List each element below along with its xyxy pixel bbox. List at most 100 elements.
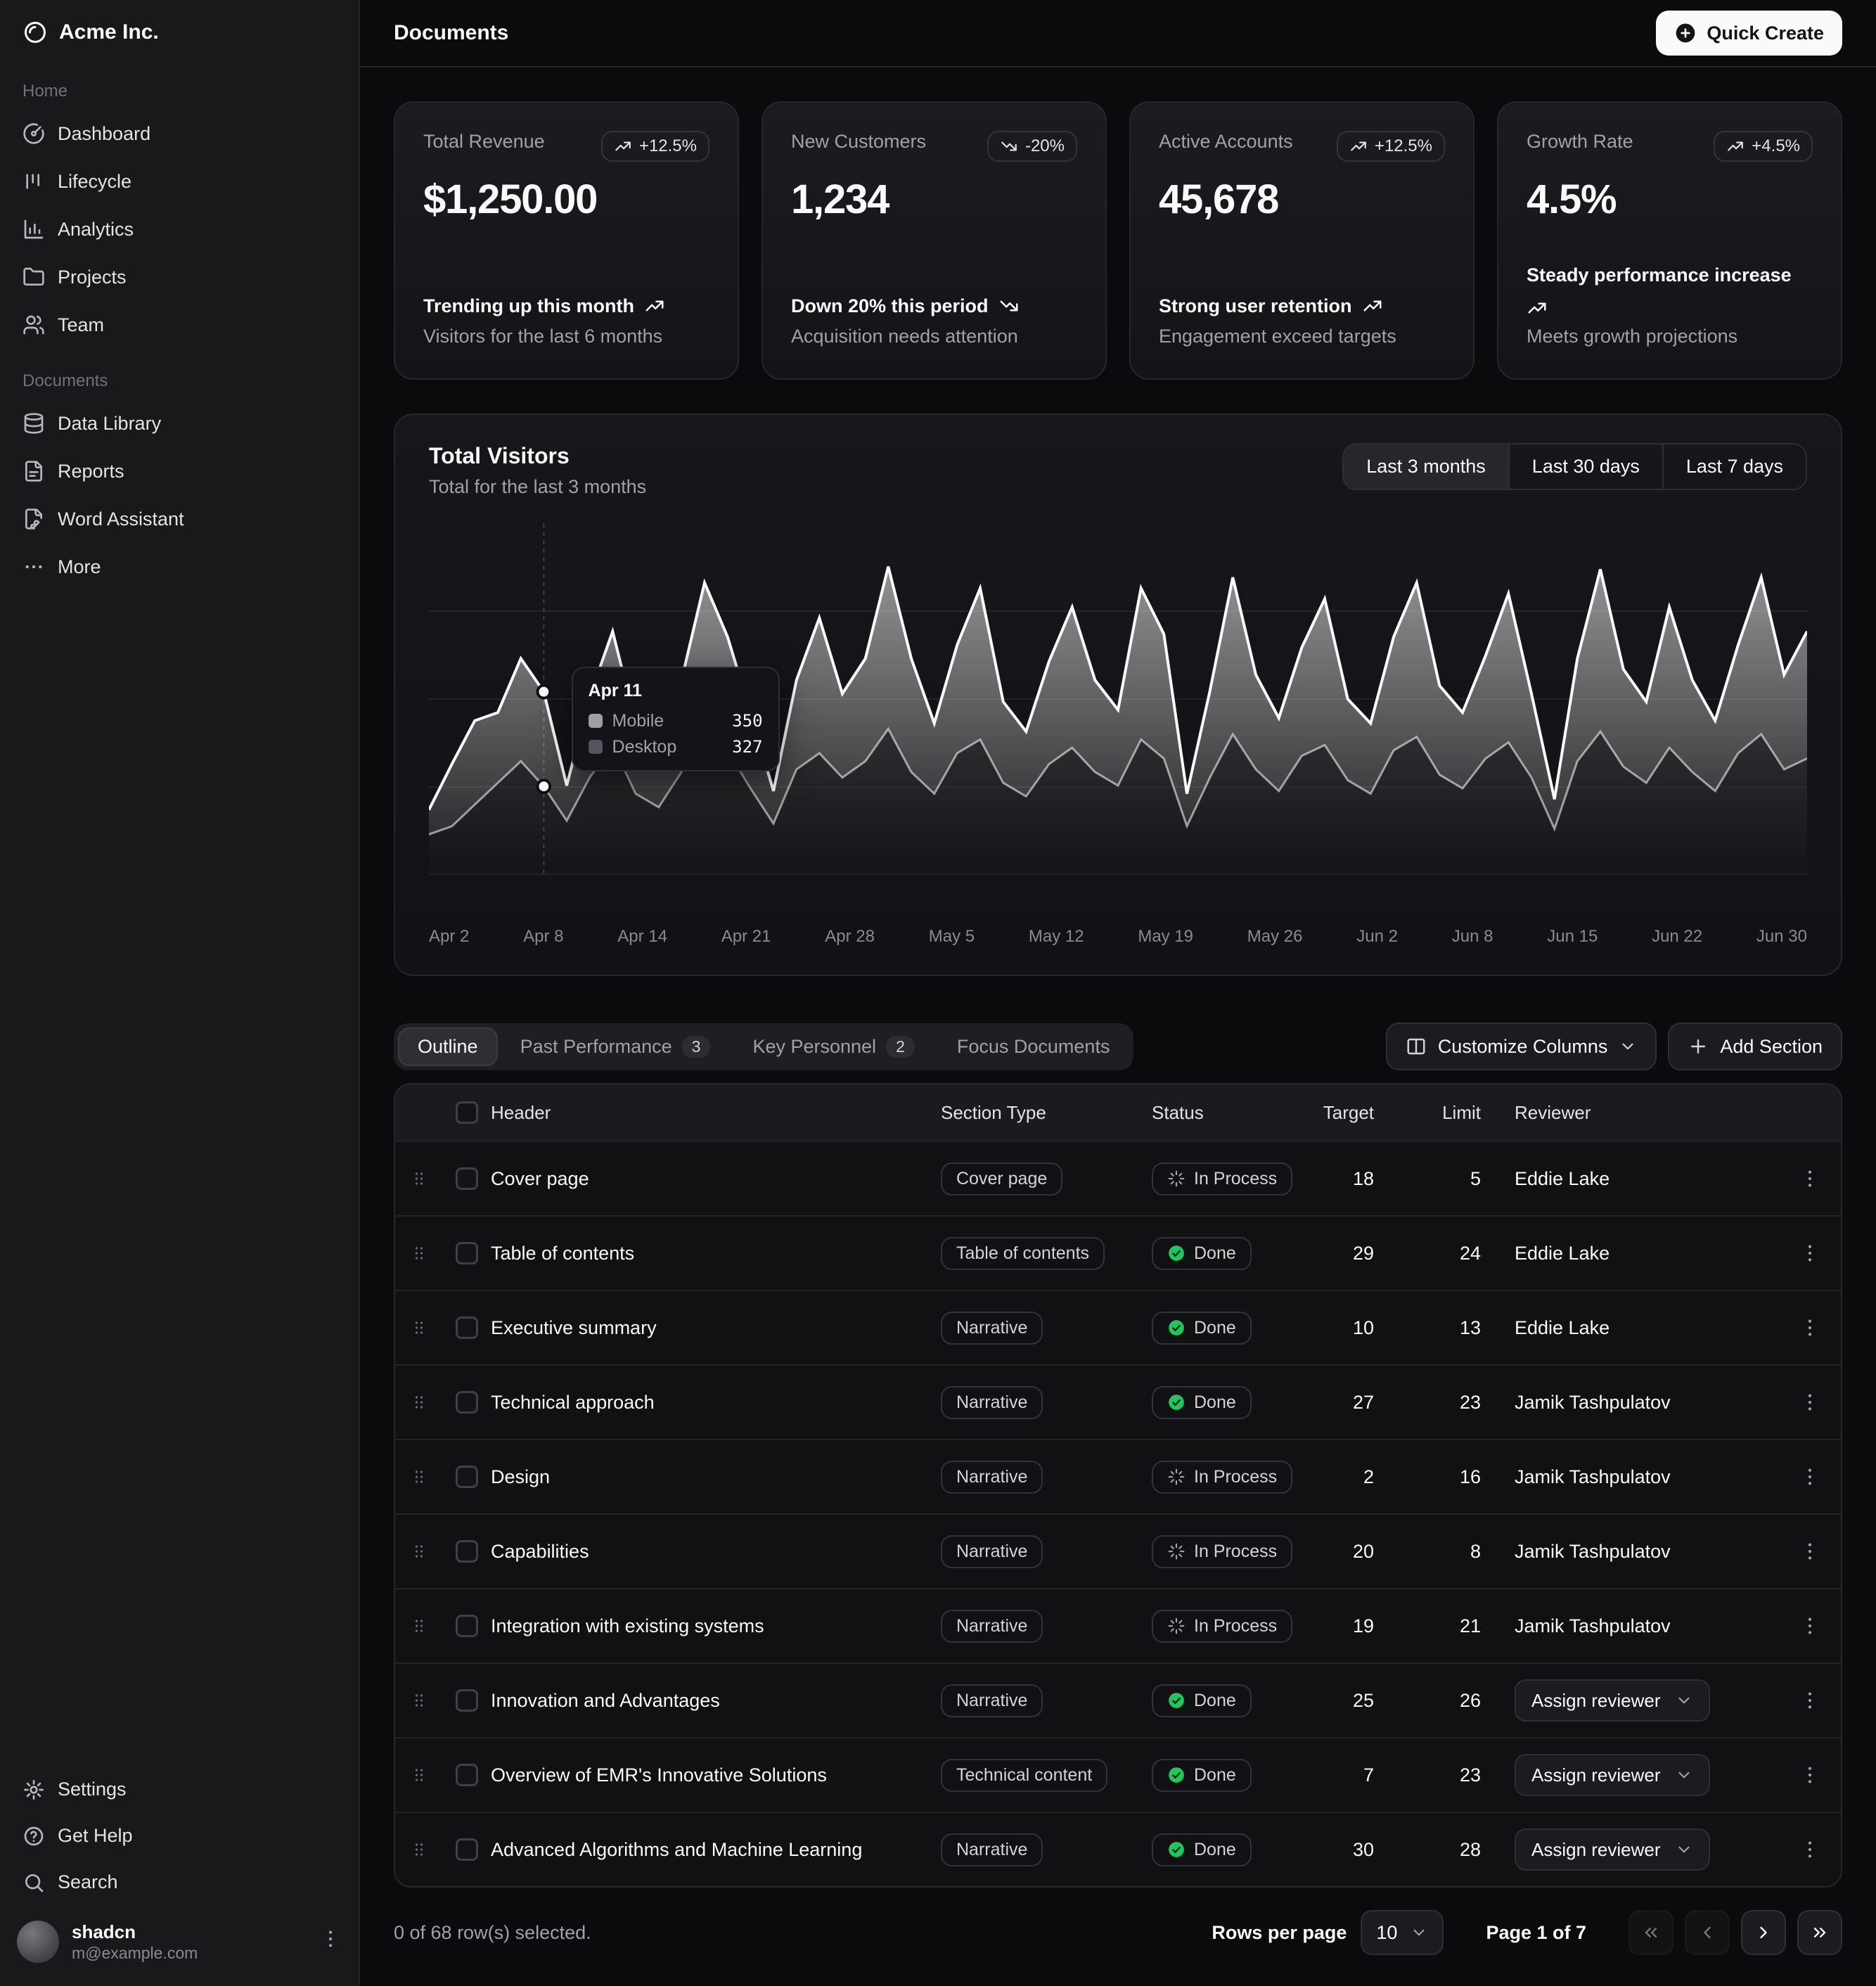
user-menu[interactable]: shadcn m@example.com <box>0 1907 359 1980</box>
target-cell[interactable]: 30 <box>1309 1839 1408 1861</box>
rows-per-page-select[interactable]: 10 <box>1361 1910 1444 1955</box>
row-actions-button[interactable] <box>1793 1311 1827 1345</box>
drag-handle-icon[interactable] <box>409 1765 429 1785</box>
add-section-button[interactable]: Add Section <box>1668 1023 1842 1070</box>
select-all-checkbox[interactable] <box>456 1101 478 1124</box>
target-cell[interactable]: 29 <box>1309 1243 1408 1264</box>
status-badge: In Process <box>1152 1535 1292 1568</box>
user-more-icon[interactable] <box>319 1928 342 1956</box>
limit-cell[interactable]: 26 <box>1408 1690 1515 1712</box>
limit-cell[interactable]: 8 <box>1408 1541 1515 1563</box>
row-checkbox[interactable] <box>456 1391 478 1414</box>
row-checkbox[interactable] <box>456 1764 478 1786</box>
drag-handle-icon[interactable] <box>409 1840 429 1859</box>
limit-cell[interactable]: 24 <box>1408 1243 1515 1264</box>
row-header-link[interactable]: Executive summary <box>491 1317 941 1339</box>
row-checkbox[interactable] <box>456 1689 478 1712</box>
row-actions-button[interactable] <box>1793 1833 1827 1866</box>
limit-cell[interactable]: 23 <box>1408 1392 1515 1414</box>
row-checkbox[interactable] <box>456 1316 478 1339</box>
row-header-link[interactable]: Innovation and Advantages <box>491 1690 941 1712</box>
drag-handle-icon[interactable] <box>409 1318 429 1338</box>
next-page-button[interactable] <box>1741 1910 1786 1955</box>
row-header-link[interactable]: Advanced Algorithms and Machine Learning <box>491 1839 941 1861</box>
sidebar-item-settings[interactable]: Settings <box>11 1767 347 1812</box>
row-checkbox[interactable] <box>456 1540 478 1563</box>
row-actions-button[interactable] <box>1793 1460 1827 1494</box>
limit-cell[interactable]: 13 <box>1408 1317 1515 1339</box>
tab-focus-documents[interactable]: Focus Documents <box>937 1027 1130 1066</box>
target-cell[interactable]: 10 <box>1309 1317 1408 1339</box>
row-actions-button[interactable] <box>1793 1385 1827 1419</box>
area-chart[interactable]: Apr 11 Mobile 350 Desktop 327 <box>429 523 1807 916</box>
row-checkbox[interactable] <box>456 1838 478 1861</box>
target-cell[interactable]: 27 <box>1309 1392 1408 1414</box>
row-checkbox[interactable] <box>456 1167 478 1190</box>
sidebar-item-reports[interactable]: Reports <box>11 449 347 494</box>
drag-handle-icon[interactable] <box>409 1616 429 1636</box>
row-actions-button[interactable] <box>1793 1162 1827 1196</box>
row-header-link[interactable]: Overview of EMR's Innovative Solutions <box>491 1764 941 1786</box>
limit-cell[interactable]: 5 <box>1408 1168 1515 1190</box>
row-actions-button[interactable] <box>1793 1236 1827 1270</box>
limit-cell[interactable]: 16 <box>1408 1466 1515 1488</box>
assign-reviewer-select[interactable]: Assign reviewer <box>1515 1679 1710 1722</box>
tab-past-performance[interactable]: Past Performance3 <box>501 1027 731 1066</box>
range-last-30-days[interactable]: Last 30 days <box>1508 444 1662 489</box>
drag-handle-icon[interactable] <box>409 1392 429 1412</box>
last-page-button[interactable] <box>1797 1910 1842 1955</box>
row-header-link[interactable]: Design <box>491 1466 941 1488</box>
sidebar-item-projects[interactable]: Projects <box>11 255 347 300</box>
sidebar-item-lifecycle[interactable]: Lifecycle <box>11 159 347 204</box>
loader-icon <box>1167 1542 1186 1561</box>
sidebar-item-dashboard[interactable]: Dashboard <box>11 111 347 156</box>
drag-handle-icon[interactable] <box>409 1243 429 1263</box>
sidebar-item-word-assistant[interactable]: Word Assistant <box>11 496 347 542</box>
sidebar-item-analytics[interactable]: Analytics <box>11 207 347 252</box>
row-actions-button[interactable] <box>1793 1609 1827 1643</box>
sidebar-group-home: Home <box>0 82 359 101</box>
first-page-button[interactable] <box>1628 1910 1673 1955</box>
tab-key-personnel[interactable]: Key Personnel2 <box>733 1027 934 1066</box>
range-last-3-months[interactable]: Last 3 months <box>1344 444 1508 489</box>
drag-handle-icon[interactable] <box>409 1169 429 1189</box>
row-header-link[interactable]: Technical approach <box>491 1392 941 1414</box>
row-header-link[interactable]: Capabilities <box>491 1541 941 1563</box>
drag-handle-icon[interactable] <box>409 1691 429 1710</box>
row-header-link[interactable]: Integration with existing systems <box>491 1615 941 1637</box>
status-badge: Done <box>1152 1759 1252 1792</box>
target-cell[interactable]: 18 <box>1309 1168 1408 1190</box>
limit-cell[interactable]: 28 <box>1408 1839 1515 1861</box>
sidebar-item-search[interactable]: Search <box>11 1860 347 1905</box>
target-cell[interactable]: 20 <box>1309 1541 1408 1563</box>
row-checkbox[interactable] <box>456 1466 478 1488</box>
range-last-7-days[interactable]: Last 7 days <box>1662 444 1806 489</box>
target-cell[interactable]: 19 <box>1309 1615 1408 1637</box>
sidebar-item-team[interactable]: Team <box>11 302 347 347</box>
limit-cell[interactable]: 23 <box>1408 1764 1515 1786</box>
row-actions-button[interactable] <box>1793 1758 1827 1792</box>
target-cell[interactable]: 2 <box>1309 1466 1408 1488</box>
sidebar-item-more[interactable]: More <box>11 544 347 589</box>
row-actions-button[interactable] <box>1793 1535 1827 1568</box>
row-checkbox[interactable] <box>456 1615 478 1637</box>
assign-reviewer-select[interactable]: Assign reviewer <box>1515 1754 1710 1796</box>
quick-create-button[interactable]: Quick Create <box>1656 11 1842 56</box>
drag-handle-icon[interactable] <box>409 1467 429 1487</box>
row-checkbox[interactable] <box>456 1242 478 1264</box>
sidebar-item-data-library[interactable]: Data Library <box>11 401 347 446</box>
table-header-row: Header Section Type Status Target Limit … <box>395 1084 1841 1141</box>
limit-cell[interactable]: 21 <box>1408 1615 1515 1637</box>
assign-reviewer-select[interactable]: Assign reviewer <box>1515 1828 1710 1871</box>
row-header-link[interactable]: Table of contents <box>491 1243 941 1264</box>
brand[interactable]: Acme Inc. <box>0 0 359 59</box>
drag-handle-icon[interactable] <box>409 1542 429 1561</box>
row-header-link[interactable]: Cover page <box>491 1168 941 1190</box>
row-actions-button[interactable] <box>1793 1684 1827 1717</box>
tab-outline[interactable]: Outline <box>398 1027 498 1066</box>
customize-columns-button[interactable]: Customize Columns <box>1386 1023 1657 1070</box>
previous-page-button[interactable] <box>1685 1910 1730 1955</box>
target-cell[interactable]: 7 <box>1309 1764 1408 1786</box>
sidebar-item-get-help[interactable]: Get Help <box>11 1814 347 1859</box>
target-cell[interactable]: 25 <box>1309 1690 1408 1712</box>
